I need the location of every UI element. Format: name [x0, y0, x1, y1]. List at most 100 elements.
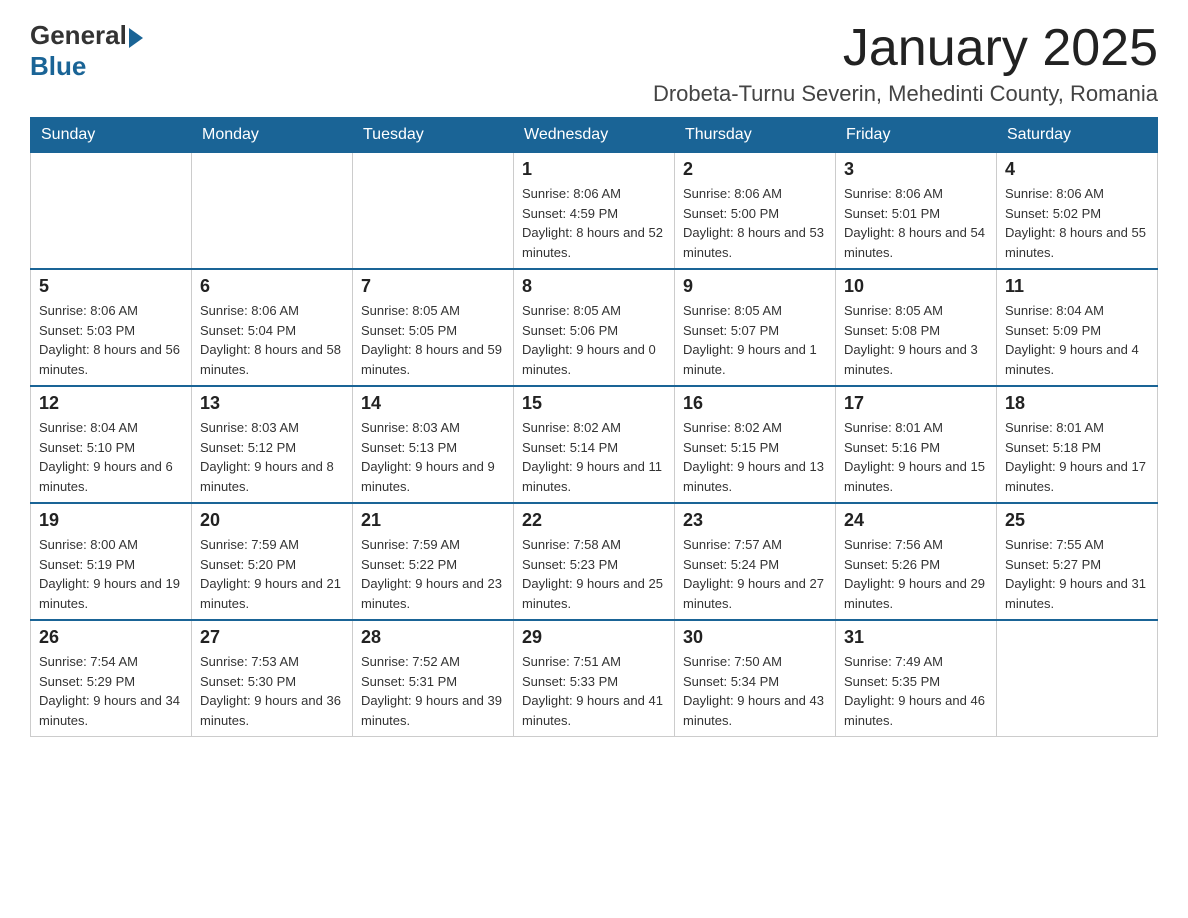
day-number: 15	[522, 393, 666, 414]
day-number: 18	[1005, 393, 1149, 414]
day-number: 27	[200, 627, 344, 648]
table-row: 9 Sunrise: 8:05 AMSunset: 5:07 PMDaylight…	[675, 269, 836, 386]
table-row: 24 Sunrise: 7:56 AMSunset: 5:26 PMDayligh…	[836, 503, 997, 620]
day-number: 29	[522, 627, 666, 648]
day-number: 6	[200, 276, 344, 297]
day-info: Sunrise: 8:04 AMSunset: 5:10 PMDaylight:…	[39, 418, 183, 496]
day-number: 1	[522, 159, 666, 180]
table-row: 8Sunrise: 8:05 AMSunset: 5:06 PMDaylight…	[514, 269, 675, 386]
day-info: Sunrise: 7:57 AMSunset: 5:24 PMDaylight:…	[683, 535, 827, 613]
day-info: Sunrise: 8:02 AMSunset: 5:14 PMDaylight:…	[522, 418, 666, 496]
table-row: 28Sunrise: 7:52 AMSunset: 5:31 PMDayligh…	[353, 620, 514, 737]
day-number: 21	[361, 510, 505, 531]
calendar-week-row: 5 Sunrise: 8:06 AMSunset: 5:03 PMDaylight…	[31, 269, 1158, 386]
table-row	[31, 153, 192, 270]
table-row: 16 Sunrise: 8:02 AMSunset: 5:15 PMDayligh…	[675, 386, 836, 503]
logo-general-text: General	[30, 20, 127, 51]
table-row: 29 Sunrise: 7:51 AMSunset: 5:33 PMDayligh…	[514, 620, 675, 737]
day-info: Sunrise: 8:06 AMSunset: 5:03 PMDaylight:…	[39, 301, 183, 379]
day-number: 17	[844, 393, 988, 414]
day-number: 10	[844, 276, 988, 297]
calendar-week-row: 19Sunrise: 8:00 AMSunset: 5:19 PMDayligh…	[31, 503, 1158, 620]
day-info: Sunrise: 8:06 AMSunset: 5:00 PMDaylight:…	[683, 184, 827, 262]
day-info: Sunrise: 7:59 AMSunset: 5:22 PMDaylight:…	[361, 535, 505, 613]
day-number: 28	[361, 627, 505, 648]
day-info: Sunrise: 7:54 AMSunset: 5:29 PMDaylight:…	[39, 652, 183, 730]
header-saturday: Saturday	[997, 118, 1158, 153]
day-info: Sunrise: 7:51 AMSunset: 5:33 PMDaylight:…	[522, 652, 666, 730]
table-row: 27Sunrise: 7:53 AMSunset: 5:30 PMDayligh…	[192, 620, 353, 737]
day-info: Sunrise: 8:05 AMSunset: 5:05 PMDaylight:…	[361, 301, 505, 379]
day-number: 11	[1005, 276, 1149, 297]
day-info: Sunrise: 8:00 AMSunset: 5:19 PMDaylight:…	[39, 535, 183, 613]
logo-blue-text: Blue	[30, 51, 86, 82]
table-row: 18Sunrise: 8:01 AMSunset: 5:18 PMDayligh…	[997, 386, 1158, 503]
day-info: Sunrise: 8:04 AMSunset: 5:09 PMDaylight:…	[1005, 301, 1149, 379]
day-info: Sunrise: 8:06 AMSunset: 5:02 PMDaylight:…	[1005, 184, 1149, 262]
day-info: Sunrise: 8:05 AMSunset: 5:08 PMDaylight:…	[844, 301, 988, 379]
table-row: 19Sunrise: 8:00 AMSunset: 5:19 PMDayligh…	[31, 503, 192, 620]
day-info: Sunrise: 7:49 AMSunset: 5:35 PMDaylight:…	[844, 652, 988, 730]
header-thursday: Thursday	[675, 118, 836, 153]
day-number: 7	[361, 276, 505, 297]
day-info: Sunrise: 7:56 AMSunset: 5:26 PMDaylight:…	[844, 535, 988, 613]
day-number: 26	[39, 627, 183, 648]
day-number: 16	[683, 393, 827, 414]
table-row: 31 Sunrise: 7:49 AMSunset: 5:35 PMDayligh…	[836, 620, 997, 737]
table-row: 13Sunrise: 8:03 AMSunset: 5:12 PMDayligh…	[192, 386, 353, 503]
table-row: 15 Sunrise: 8:02 AMSunset: 5:14 PMDayligh…	[514, 386, 675, 503]
table-row: 1 Sunrise: 8:06 AMSunset: 4:59 PMDaylight…	[514, 153, 675, 270]
title-section: January 2025 Drobeta-Turnu Severin, Mehe…	[653, 20, 1158, 107]
header-tuesday: Tuesday	[353, 118, 514, 153]
table-row: 14Sunrise: 8:03 AMSunset: 5:13 PMDayligh…	[353, 386, 514, 503]
calendar-week-row: 1 Sunrise: 8:06 AMSunset: 4:59 PMDaylight…	[31, 153, 1158, 270]
day-number: 2	[683, 159, 827, 180]
day-number: 5	[39, 276, 183, 297]
table-row: 20 Sunrise: 7:59 AMSunset: 5:20 PMDayligh…	[192, 503, 353, 620]
location-subtitle: Drobeta-Turnu Severin, Mehedinti County,…	[653, 81, 1158, 107]
logo-arrow-icon	[129, 28, 143, 48]
day-info: Sunrise: 8:05 AMSunset: 5:07 PMDaylight:…	[683, 301, 827, 379]
day-info: Sunrise: 7:58 AMSunset: 5:23 PMDaylight:…	[522, 535, 666, 613]
day-number: 30	[683, 627, 827, 648]
day-number: 8	[522, 276, 666, 297]
table-row: 23 Sunrise: 7:57 AMSunset: 5:24 PMDayligh…	[675, 503, 836, 620]
calendar-table: Sunday Monday Tuesday Wednesday Thursday…	[30, 117, 1158, 737]
table-row: 11 Sunrise: 8:04 AMSunset: 5:09 PMDayligh…	[997, 269, 1158, 386]
table-row	[192, 153, 353, 270]
table-row: 17 Sunrise: 8:01 AMSunset: 5:16 PMDayligh…	[836, 386, 997, 503]
page-header: General Blue January 2025 Drobeta-Turnu …	[30, 20, 1158, 107]
header-sunday: Sunday	[31, 118, 192, 153]
table-row: 4 Sunrise: 8:06 AMSunset: 5:02 PMDaylight…	[997, 153, 1158, 270]
table-row: 3 Sunrise: 8:06 AMSunset: 5:01 PMDaylight…	[836, 153, 997, 270]
header-friday: Friday	[836, 118, 997, 153]
day-number: 4	[1005, 159, 1149, 180]
calendar-week-row: 12 Sunrise: 8:04 AMSunset: 5:10 PMDayligh…	[31, 386, 1158, 503]
table-row: 2 Sunrise: 8:06 AMSunset: 5:00 PMDaylight…	[675, 153, 836, 270]
day-number: 13	[200, 393, 344, 414]
day-number: 24	[844, 510, 988, 531]
day-number: 31	[844, 627, 988, 648]
table-row: 5 Sunrise: 8:06 AMSunset: 5:03 PMDaylight…	[31, 269, 192, 386]
table-row	[997, 620, 1158, 737]
day-number: 23	[683, 510, 827, 531]
calendar-header-row: Sunday Monday Tuesday Wednesday Thursday…	[31, 118, 1158, 153]
table-row: 10 Sunrise: 8:05 AMSunset: 5:08 PMDayligh…	[836, 269, 997, 386]
table-row: 6Sunrise: 8:06 AMSunset: 5:04 PMDaylight…	[192, 269, 353, 386]
day-number: 3	[844, 159, 988, 180]
header-wednesday: Wednesday	[514, 118, 675, 153]
day-info: Sunrise: 7:50 AMSunset: 5:34 PMDaylight:…	[683, 652, 827, 730]
calendar-week-row: 26 Sunrise: 7:54 AMSunset: 5:29 PMDayligh…	[31, 620, 1158, 737]
day-info: Sunrise: 8:06 AMSunset: 5:01 PMDaylight:…	[844, 184, 988, 262]
day-info: Sunrise: 8:02 AMSunset: 5:15 PMDaylight:…	[683, 418, 827, 496]
day-number: 9	[683, 276, 827, 297]
day-number: 12	[39, 393, 183, 414]
table-row	[353, 153, 514, 270]
day-number: 25	[1005, 510, 1149, 531]
day-info: Sunrise: 8:06 AMSunset: 4:59 PMDaylight:…	[522, 184, 666, 262]
logo: General Blue	[30, 20, 143, 82]
day-info: Sunrise: 7:59 AMSunset: 5:20 PMDaylight:…	[200, 535, 344, 613]
day-number: 20	[200, 510, 344, 531]
day-info: Sunrise: 8:03 AMSunset: 5:13 PMDaylight:…	[361, 418, 505, 496]
day-info: Sunrise: 8:01 AMSunset: 5:16 PMDaylight:…	[844, 418, 988, 496]
